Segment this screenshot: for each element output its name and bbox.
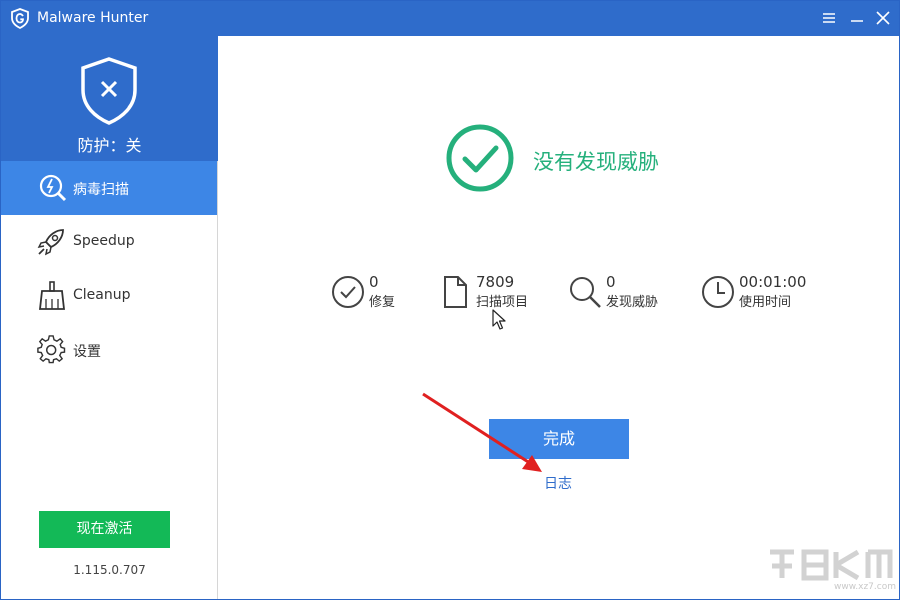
sidebar-item-label: 设置 — [73, 344, 101, 360]
stat-caption: 修复 — [369, 295, 396, 310]
rocket-icon — [37, 229, 64, 256]
scan-icon — [39, 174, 67, 202]
file-icon — [444, 276, 467, 308]
search-icon — [570, 277, 601, 308]
close-icon[interactable] — [872, 7, 894, 29]
stat-caption: 使用时间 — [739, 295, 792, 310]
app-title: Malware Hunter — [37, 10, 149, 26]
activate-now-button[interactable]: 现在激活 — [39, 511, 170, 548]
version-label: 1.115.0.707 — [73, 563, 146, 577]
stat-value: 00:01:00 — [739, 273, 807, 291]
sidebar: 防护：关 病毒扫描 Speedup Cleanup 设置 现在激活 1.115.… — [1, 36, 218, 599]
watermark-text: www.xz7.com — [834, 582, 896, 592]
success-check-icon — [446, 124, 514, 192]
mouse-cursor-icon — [492, 309, 506, 330]
sidebar-item-cleanup[interactable]: Cleanup — [1, 269, 217, 323]
stat-value: 0 — [369, 273, 379, 291]
gear-icon — [37, 335, 66, 364]
main-panel: 没有发现威胁 0 修复 7809 扫描项目 0 发现威胁 00:01:00 使用… — [218, 36, 899, 599]
stat-caption: 扫描项目 — [476, 295, 529, 310]
sidebar-item-label: Cleanup — [73, 287, 131, 303]
minimize-icon[interactable] — [846, 7, 868, 29]
sidebar-item-settings[interactable]: 设置 — [1, 323, 217, 377]
check-circle-icon — [332, 276, 364, 308]
clock-icon — [702, 276, 734, 308]
scan-result-text: 没有发现威胁 — [533, 150, 659, 174]
stat-value: 0 — [606, 273, 616, 291]
sidebar-item-speedup[interactable]: Speedup — [1, 215, 217, 269]
menu-icon[interactable] — [818, 7, 840, 29]
shield-x-icon — [81, 57, 137, 125]
watermark: www.xz7.com — [766, 548, 896, 598]
protection-panel: 防护：关 — [1, 36, 218, 161]
stat-value: 7809 — [476, 273, 515, 291]
protection-status: 防护：关 — [77, 136, 142, 155]
broom-icon — [38, 281, 66, 310]
stat-caption: 发现威胁 — [606, 295, 659, 310]
sidebar-item-virus-scan[interactable]: 病毒扫描 — [1, 161, 217, 215]
sidebar-item-label: Speedup — [73, 233, 135, 249]
app-window: Malware Hunter 防护：关 病毒扫描 Speedup Cleanup… — [0, 0, 900, 600]
watermark-logo-icon — [770, 549, 893, 581]
app-logo-icon — [11, 8, 29, 29]
sidebar-item-label: 病毒扫描 — [73, 182, 129, 198]
red-arrow-annotation — [422, 392, 542, 472]
title-bar: Malware Hunter — [1, 1, 899, 36]
